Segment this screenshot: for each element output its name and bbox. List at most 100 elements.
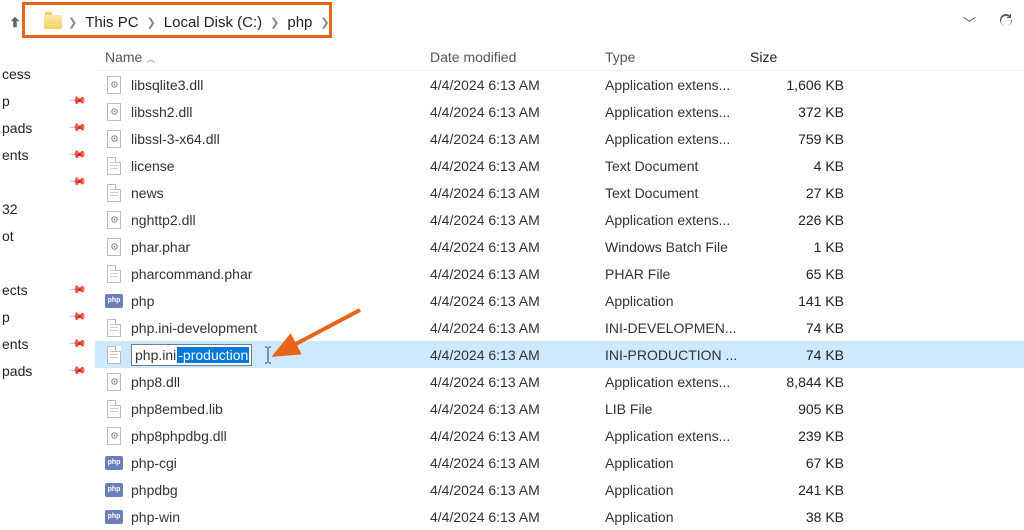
file-row[interactable]: libssh2.dll4/4/2024 6:13 AMApplication e… [95,98,1024,125]
file-modified: 4/4/2024 6:13 AM [430,158,605,174]
file-row[interactable]: phar.phar4/4/2024 6:13 AMWindows Batch F… [95,233,1024,260]
file-name: php-win [131,509,180,525]
sidebar-item[interactable]: p📌 [0,87,95,114]
rename-input[interactable]: php.ini-production [131,344,252,366]
sidebar-item[interactable]: pads📌 [0,357,95,384]
file-row[interactable]: phpphp4/4/2024 6:13 AMApplication141 KB [95,287,1024,314]
dll-file-icon [107,76,121,94]
file-row[interactable]: libsqlite3.dll4/4/2024 6:13 AMApplicatio… [95,71,1024,98]
refresh-icon[interactable] [998,13,1014,32]
file-row[interactable]: libssl-3-x64.dll4/4/2024 6:13 AMApplicat… [95,125,1024,152]
sidebar-item[interactable]: ents📌 [0,141,95,168]
file-modified: 4/4/2024 6:13 AM [430,104,605,120]
sidebar-item-label: cess [2,66,31,82]
file-row[interactable]: pharcommand.phar4/4/2024 6:13 AMPHAR Fil… [95,260,1024,287]
chevron-down-icon[interactable]: ﹀ [963,13,976,32]
file-type: PHAR File [605,266,750,282]
file-row[interactable]: php8.dll4/4/2024 6:13 AMApplication exte… [95,368,1024,395]
breadcrumb[interactable]: ❯ This PC ❯ Local Disk (C:) ❯ php ❯ [22,10,330,35]
chevron-right-icon[interactable]: ❯ [68,16,77,29]
file-type: Application extens... [605,131,750,147]
sidebar-item[interactable]: p📌 [0,303,95,330]
file-size: 4 KB [750,158,850,174]
file-row[interactable]: phpphp-cgi4/4/2024 6:13 AMApplication67 … [95,449,1024,476]
address-bar: ❯ This PC ❯ Local Disk (C:) ❯ php ❯ ﹀ [0,0,1024,44]
file-size: 74 KB [750,347,850,363]
sidebar-item[interactable]: ects📌 [0,276,95,303]
file-type: INI-PRODUCTION ... [605,347,750,363]
file-type: Application extens... [605,374,750,390]
chevron-right-icon[interactable]: ❯ [147,16,156,29]
file-size: 8,844 KB [750,374,850,390]
file-row[interactable]: php.ini-development4/4/2024 6:13 AMINI-D… [95,314,1024,341]
column-size[interactable]: Size [750,49,850,65]
sidebar-item[interactable]: ents📌 [0,330,95,357]
chevron-right-icon[interactable]: ❯ [270,16,279,29]
file-modified: 4/4/2024 6:13 AM [430,185,605,201]
column-type[interactable]: Type [605,49,750,65]
file-modified: 4/4/2024 6:13 AM [430,428,605,444]
text-cursor-icon [262,346,274,364]
sidebar-item[interactable]: pads 📌 [0,114,95,141]
up-arrow-icon[interactable] [8,15,22,29]
file-size: 241 KB [750,482,850,498]
sidebar-item-label: ot [2,228,14,244]
sidebar-item-label: pads [2,120,32,136]
file-icon [107,184,121,202]
file-row[interactable]: phpphp-win4/4/2024 6:13 AMApplication38 … [95,503,1024,530]
sidebar-item[interactable]: 32 [0,195,95,222]
file-name: libsqlite3.dll [131,77,203,93]
file-name: php8phpdbg.dll [131,428,227,444]
file-icon [107,346,121,364]
file-modified: 4/4/2024 6:13 AM [430,239,605,255]
php-app-icon: php [105,483,123,497]
file-modified: 4/4/2024 6:13 AM [430,347,605,363]
file-row[interactable]: license4/4/2024 6:13 AMText Document4 KB [95,152,1024,179]
breadcrumb-item[interactable]: Local Disk (C:) [162,10,264,35]
file-icon [107,319,121,337]
file-icon [107,400,121,418]
sidebar: cessp📌pads📌ents📌📌32otects📌p📌ents📌pads📌 [0,60,95,515]
file-icon [107,157,121,175]
file-type: Text Document [605,158,750,174]
dll-file-icon [107,130,121,148]
pin-icon: 📌 [69,307,88,326]
file-type: Application [605,455,750,471]
pin-icon: 📌 [69,118,88,137]
breadcrumb-item[interactable]: This PC [83,10,140,35]
file-row[interactable]: phpphpdbg4/4/2024 6:13 AMApplication241 … [95,476,1024,503]
chevron-right-icon[interactable]: ❯ [320,16,329,29]
sidebar-item[interactable]: ot [0,222,95,249]
file-row[interactable]: nghttp2.dll4/4/2024 6:13 AMApplication e… [95,206,1024,233]
pin-icon: 📌 [69,91,88,110]
pin-icon: 📌 [69,172,88,191]
sidebar-item-label: p [2,309,10,325]
sidebar-item-label: p [2,93,10,109]
file-modified: 4/4/2024 6:13 AM [430,320,605,336]
folder-icon [44,15,62,29]
file-type: Application [605,293,750,309]
file-type: Application extens... [605,428,750,444]
file-name: libssh2.dll [131,104,192,120]
column-name: Name︿ [105,49,430,65]
pin-icon: 📌 [69,145,88,164]
sidebar-item[interactable]: 📌 [0,168,95,195]
file-name: php-cgi [131,455,177,471]
dll-file-icon [107,427,121,445]
file-row[interactable]: php8phpdbg.dll 4/4/2024 6:13 AMApplicatio… [95,422,1024,449]
file-size: 27 KB [750,185,850,201]
breadcrumb-item[interactable]: php [285,10,314,35]
column-headers[interactable]: Name︿ Date modified Type Size [95,44,1024,71]
file-row[interactable]: news4/4/2024 6:13 AMText Document27 KB [95,179,1024,206]
column-modified[interactable]: Date modified [430,49,605,65]
file-row[interactable]: php8embed.lib4/4/2024 6:13 AMLIB File905… [95,395,1024,422]
file-size: 226 KB [750,212,850,228]
sidebar-item[interactable] [0,249,95,276]
php-app-icon: php [105,456,123,470]
file-row[interactable]: php.ini-production 4/4/2024 6:13 AMINI-PR… [95,341,1024,368]
file-list: libsqlite3.dll4/4/2024 6:13 AMApplicatio… [95,71,1024,530]
file-modified: 4/4/2024 6:13 AM [430,77,605,93]
file-name: phar.phar [131,239,190,255]
file-size: 372 KB [750,104,850,120]
sidebar-item[interactable]: cess [0,60,95,87]
